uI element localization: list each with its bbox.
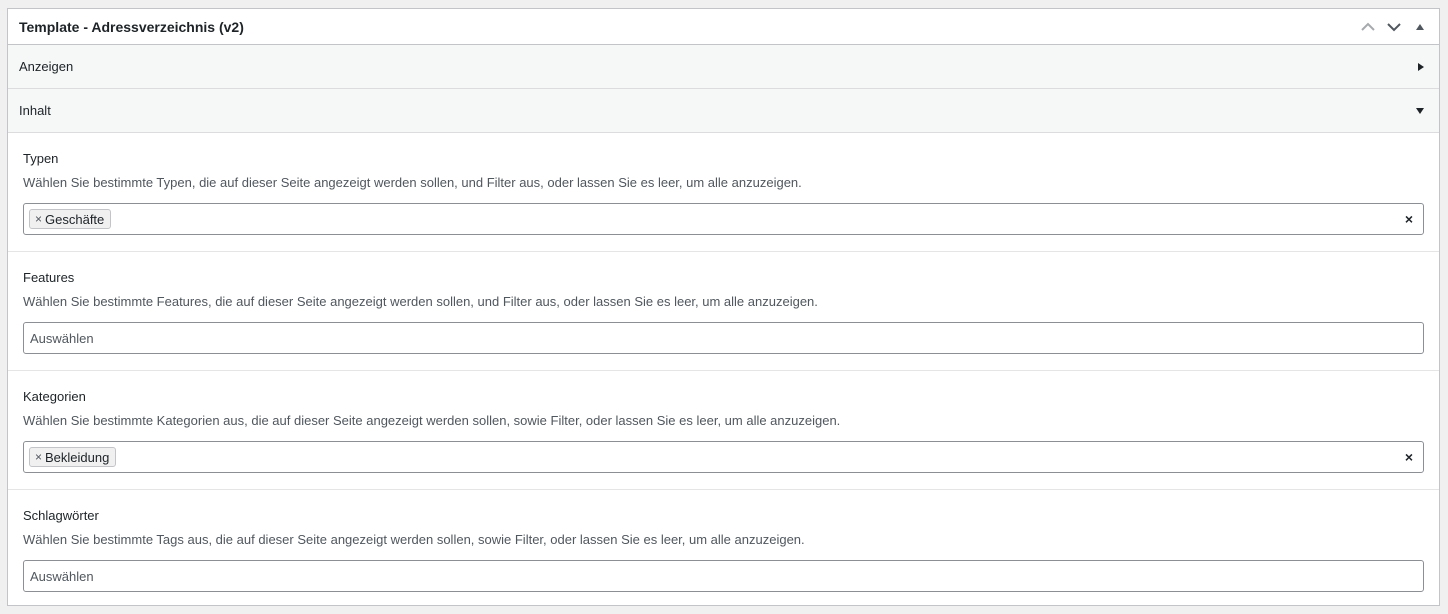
field-schlagwoerter: Schlagwörter Wählen Sie bestimmte Tags a… <box>8 490 1439 608</box>
field-kategorien-label: Kategorien <box>23 389 86 404</box>
schlagwoerter-select[interactable]: Auswählen <box>23 560 1424 592</box>
clear-selection-button[interactable]: × <box>1405 442 1413 472</box>
field-typen-label: Typen <box>23 151 59 166</box>
typen-select[interactable]: × Geschäfte × <box>23 203 1424 235</box>
move-up-icon <box>1361 22 1375 31</box>
panel-header-controls <box>1357 9 1431 45</box>
features-select[interactable]: Auswählen <box>23 322 1424 354</box>
selected-tag-bekleidung: × Bekleidung <box>29 447 117 467</box>
field-features-description: Wählen Sie bestimmte Features, die auf d… <box>23 294 818 309</box>
move-up-button[interactable] <box>1357 16 1379 38</box>
clear-selection-button[interactable]: × <box>1405 204 1413 234</box>
field-kategorien: Kategorien Wählen Sie bestimmte Kategori… <box>8 371 1439 490</box>
tag-label: Bekleidung <box>45 449 110 465</box>
panel-title: Template - Adressverzeichnis (v2) <box>19 18 244 35</box>
field-typen-description: Wählen Sie bestimmte Typen, die auf dies… <box>23 175 802 190</box>
field-kategorien-description: Wählen Sie bestimmte Kategorien aus, die… <box>23 413 841 428</box>
section-anzeigen[interactable]: Anzeigen <box>8 45 1439 89</box>
field-schlagwoerter-label: Schlagwörter <box>23 508 99 523</box>
features-placeholder: Auswählen <box>30 330 94 346</box>
field-features-label: Features <box>23 270 75 285</box>
field-typen: Typen Wählen Sie bestimmte Typen, die au… <box>8 133 1439 252</box>
section-inhalt-label: Inhalt <box>19 103 51 118</box>
triangle-down-icon <box>1415 89 1425 133</box>
panel-header: Template - Adressverzeichnis (v2) <box>8 9 1439 45</box>
schlagwoerter-placeholder: Auswählen <box>30 568 94 584</box>
section-anzeigen-label: Anzeigen <box>19 59 74 74</box>
section-inhalt[interactable]: Inhalt <box>8 89 1439 133</box>
field-features: Features Wählen Sie bestimmte Features, … <box>8 252 1439 371</box>
triangle-right-icon <box>1417 45 1425 89</box>
move-down-button[interactable] <box>1383 16 1405 38</box>
selected-tag-geschaefte: × Geschäfte <box>29 209 112 229</box>
collapse-panel-icon <box>1416 24 1424 30</box>
kategorien-select[interactable]: × Bekleidung × <box>23 441 1424 473</box>
move-down-icon <box>1387 23 1401 32</box>
collapse-panel-button[interactable] <box>1409 16 1431 38</box>
field-schlagwoerter-description: Wählen Sie bestimmte Tags aus, die auf d… <box>23 532 805 547</box>
remove-tag-button[interactable]: × <box>35 213 42 225</box>
template-panel: Template - Adressverzeichnis (v2) Anzeig… <box>7 8 1440 606</box>
remove-tag-button[interactable]: × <box>35 451 42 463</box>
tag-label: Geschäfte <box>45 211 105 227</box>
